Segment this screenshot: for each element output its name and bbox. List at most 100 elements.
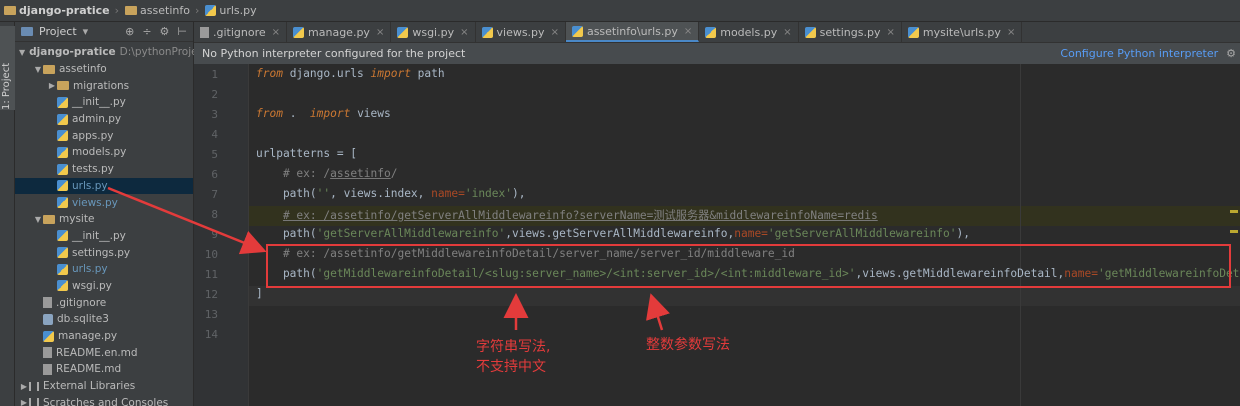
close-tab-icon[interactable]: ×: [272, 27, 280, 38]
editor-tab[interactable]: .gitignore ×: [194, 22, 288, 42]
line-number: 3: [211, 108, 218, 121]
tree-item[interactable]: settings.py: [15, 244, 193, 261]
tree-item-label: External Libraries: [43, 380, 136, 393]
line-number: 8: [211, 208, 218, 221]
breadcrumb-folder[interactable]: assetinfo ›: [125, 4, 201, 17]
gear-icon[interactable]: ⚙: [1226, 47, 1236, 60]
tree-item-label: .gitignore: [56, 296, 107, 309]
tree-item[interactable]: README.en.md: [15, 344, 193, 361]
close-tab-icon[interactable]: ×: [886, 27, 894, 38]
tree-item[interactable]: __init__.py: [15, 228, 193, 245]
tree-item-label: migrations: [73, 79, 130, 92]
tree-item[interactable]: ▶ External Libraries: [15, 378, 193, 395]
close-tab-icon[interactable]: ×: [376, 27, 384, 38]
tree-item[interactable]: admin.py: [15, 111, 193, 128]
line-number: 2: [211, 88, 218, 101]
tree-item-label: __init__.py: [72, 96, 126, 109]
tree-item[interactable]: tests.py: [15, 161, 193, 178]
tree-item-label: settings.py: [72, 246, 131, 259]
line-number: 6: [211, 168, 218, 181]
close-tab-icon[interactable]: ×: [551, 27, 559, 38]
python-file-icon: [57, 180, 68, 192]
python-file-icon: [57, 130, 68, 142]
tree-item[interactable]: urls.py: [15, 261, 193, 278]
code-token: # ex: /: [282, 167, 331, 180]
file-icon: [200, 26, 209, 38]
tree-item[interactable]: db.sqlite3: [15, 311, 193, 328]
line-number: 1: [211, 68, 218, 81]
configure-interpreter-link[interactable]: Configure Python interpreter: [1060, 47, 1218, 60]
string-note-line1: 字符串写法,: [476, 339, 551, 355]
tree-item-label: mysite: [59, 213, 95, 226]
collapsed-arrow-icon[interactable]: ▶: [19, 398, 29, 406]
project-panel: Project ▾ ⊕ ÷ ⚙ ⊢ ▼ django-pratice D:\pyth…: [15, 22, 198, 406]
python-file-icon: [57, 113, 68, 125]
tree-item-label: tests.py: [72, 163, 114, 176]
code-token: 'getServerAllMiddlewareinfo': [316, 227, 506, 240]
error-stripe-mark[interactable]: [1230, 210, 1238, 213]
project-tool-tab[interactable]: 1: Project: [0, 26, 15, 110]
chevron-down-icon[interactable]: ▾: [83, 25, 89, 38]
tree-item[interactable]: apps.py: [15, 127, 193, 144]
editor-tab[interactable]: assetinfo\urls.py ×: [565, 22, 700, 42]
tree-item[interactable]: manage.py: [15, 328, 193, 345]
editor-tab[interactable]: mysite\urls.py ×: [902, 22, 1023, 42]
editor-tab[interactable]: views.py ×: [476, 22, 566, 42]
expanded-arrow-icon[interactable]: ▼: [33, 65, 43, 74]
tree-item[interactable]: urls.py: [15, 177, 193, 195]
editor-tab[interactable]: settings.py ×: [799, 22, 902, 42]
python-file-icon: [57, 146, 68, 158]
sync-icon[interactable]: ⊕: [125, 25, 134, 38]
tree-item[interactable]: wsgi.py: [15, 278, 193, 295]
breadcrumb-project[interactable]: django-pratice ›: [4, 4, 121, 17]
gear-icon[interactable]: ⚙: [160, 25, 170, 38]
editor-tab[interactable]: models.py ×: [699, 22, 799, 42]
error-stripe-mark[interactable]: [1230, 230, 1238, 233]
tree-item[interactable]: ▶ migrations: [15, 77, 193, 94]
tab-label: views.py: [496, 25, 545, 39]
collapsed-arrow-icon[interactable]: ▶: [19, 382, 29, 391]
tree-item-label: views.py: [72, 196, 118, 209]
editor-tab[interactable]: wsgi.py ×: [391, 22, 476, 42]
tree-item[interactable]: ▶ Scratches and Consoles: [15, 394, 193, 406]
editor-tab[interactable]: manage.py ×: [287, 22, 392, 42]
tree-item[interactable]: ▼ mysite: [15, 211, 193, 228]
code-token: from: [256, 67, 283, 80]
right-margin-guide: [1020, 64, 1021, 406]
fold-gutter: [239, 64, 249, 406]
code-line: from . import views: [256, 107, 391, 120]
code-token: # ex: /assetinfo/getServerAllMiddlewarei…: [282, 209, 878, 222]
project-panel-header: Project ▾ ⊕ ÷ ⚙ ⊢: [15, 22, 193, 42]
tree-item[interactable]: models.py: [15, 144, 193, 161]
editor-tabs: .gitignore × manage.py × wsgi.py × views.py × as…: [194, 22, 1240, 43]
expanded-arrow-icon[interactable]: ▼: [33, 215, 43, 224]
database-icon: [43, 313, 53, 325]
breadcrumb-file[interactable]: urls.py: [205, 4, 257, 17]
tree-item[interactable]: ▼ assetinfo: [15, 61, 193, 78]
code-token: assetinfo: [330, 167, 391, 180]
close-tab-icon[interactable]: ×: [460, 27, 468, 38]
close-tab-icon[interactable]: ×: [684, 26, 692, 37]
tree-item-label: README.md: [56, 363, 122, 376]
folder-icon: [4, 6, 16, 15]
tree-item[interactable]: views.py: [15, 194, 193, 211]
collapse-all-icon[interactable]: ÷: [142, 25, 151, 38]
hide-icon[interactable]: ⊢: [177, 25, 187, 38]
current-line-highlight: [249, 286, 1240, 306]
close-tab-icon[interactable]: ×: [783, 27, 791, 38]
code-token: path(: [256, 227, 317, 240]
code-token: import: [303, 107, 351, 120]
chevron-right-icon: ›: [194, 4, 200, 17]
tree-item[interactable]: .gitignore: [15, 294, 193, 311]
collapsed-arrow-icon[interactable]: ▶: [47, 81, 57, 90]
tab-label: settings.py: [819, 25, 881, 39]
tree-item[interactable]: __init__.py: [15, 94, 193, 111]
close-tab-icon[interactable]: ×: [1007, 27, 1015, 38]
expanded-arrow-icon[interactable]: ▼: [19, 48, 25, 57]
tree-item[interactable]: README.md: [15, 361, 193, 378]
python-file-icon: [907, 26, 919, 38]
tree-item[interactable]: ▼ django-pratice D:\pythonProje: [15, 44, 198, 61]
code-line: # ex: /assetinfo/: [256, 167, 398, 180]
project-view-selector[interactable]: Project: [39, 25, 77, 38]
